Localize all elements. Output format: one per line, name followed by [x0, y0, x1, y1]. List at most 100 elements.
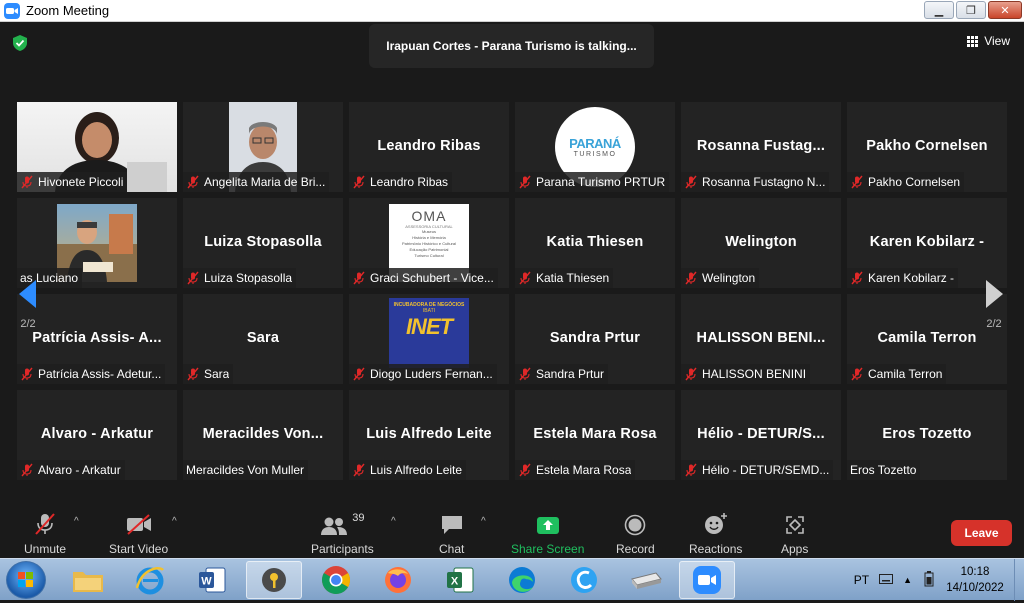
muted-mic-icon — [352, 463, 366, 477]
chat-icon — [440, 512, 464, 536]
muted-mic-icon — [684, 367, 698, 381]
participant-tile[interactable]: Pakho Cornelsen Pakho Cornelsen — [847, 102, 1007, 192]
scanner-icon[interactable] — [618, 561, 674, 599]
minimize-button[interactable]: ▁ — [924, 1, 954, 19]
participant-name: Sara — [204, 367, 230, 381]
security-shield-icon[interactable] — [11, 34, 29, 52]
participant-tile[interactable]: Eros Tozetto Eros Tozetto — [847, 390, 1007, 480]
participant-name-label: Alvaro - Arkatur — [17, 460, 125, 480]
participant-name: Katia Thiesen — [536, 271, 610, 285]
leave-button[interactable]: Leave — [951, 520, 1012, 546]
audio-options-caret[interactable]: ^ — [74, 516, 79, 527]
participant-tile[interactable]: Sandra Prtur Sandra Prtur — [515, 294, 675, 384]
record-label: Record — [616, 542, 655, 556]
participant-name-label: Sandra Prtur — [515, 364, 609, 384]
show-desktop-button[interactable] — [1014, 559, 1024, 601]
previous-page-button[interactable]: 2/2 — [8, 270, 48, 340]
apps-button[interactable]: Apps — [781, 512, 808, 556]
next-page-button[interactable]: 2/2 — [974, 270, 1014, 340]
participant-tile[interactable]: Rosanna Fustag... Rosanna Fustagno N... — [681, 102, 841, 192]
language-indicator[interactable]: PT — [854, 573, 869, 587]
participants-icon — [321, 517, 348, 535]
participant-tile[interactable]: Leandro Ribas Leandro Ribas — [349, 102, 509, 192]
arrow-right-icon — [986, 280, 1003, 308]
maximize-button[interactable]: ❐ — [956, 1, 986, 19]
muted-mic-icon — [186, 367, 200, 381]
arrow-left-icon — [19, 280, 36, 308]
unmute-button[interactable]: Unmute — [24, 512, 66, 556]
video-options-caret[interactable]: ^ — [172, 516, 177, 527]
grid-view-icon — [967, 35, 979, 47]
participant-tile[interactable]: Alvaro - Arkatur Alvaro - Arkatur — [17, 390, 177, 480]
participant-tile[interactable]: Luis Alfredo Leite Luis Alfredo Leite — [349, 390, 509, 480]
keyboard-icon[interactable] — [879, 573, 894, 587]
participant-name-label: Diogo Luders Fernan... — [349, 364, 497, 384]
close-button[interactable]: ✕ — [988, 1, 1022, 19]
participant-tile[interactable]: Hélio - DETUR/S... Hélio - DETUR/SEMD... — [681, 390, 841, 480]
participant-name-label: Eros Tozetto — [847, 460, 921, 480]
participant-tile[interactable]: Welington Welington — [681, 198, 841, 288]
firefox-icon[interactable] — [370, 561, 426, 599]
chat-button[interactable]: Chat — [439, 512, 464, 556]
participant-tile[interactable]: Luiza Stopasolla Luiza Stopasolla — [183, 198, 343, 288]
participant-name: Eros Tozetto — [850, 463, 917, 477]
participant-name-label: Leandro Ribas — [349, 172, 453, 192]
participant-name-label: Katia Thiesen — [515, 268, 614, 288]
page-indicator-right: 2/2 — [986, 318, 1002, 330]
share-screen-label: Share Screen — [511, 542, 585, 556]
internet-explorer-icon[interactable] — [122, 561, 178, 599]
participant-display-name: Estela Mara Rosa — [533, 426, 657, 442]
clock-date: 14/10/2022 — [946, 582, 1004, 594]
view-button[interactable]: View — [967, 34, 1010, 48]
participant-tile[interactable]: Sara Sara — [183, 294, 343, 384]
edge-icon[interactable] — [494, 561, 550, 599]
participant-tile[interactable]: Meracildes Von... Meracildes Von Muller — [183, 390, 343, 480]
participant-name: Hivonete Piccoli — [38, 175, 124, 189]
muted-mic-icon — [684, 175, 698, 189]
participant-name-label: Luis Alfredo Leite — [349, 460, 467, 480]
battery-icon[interactable] — [924, 570, 934, 590]
participant-tile[interactable]: Katia Thiesen Katia Thiesen — [515, 198, 675, 288]
participant-tile[interactable]: Hivonete Piccoli — [17, 102, 177, 192]
chat-label: Chat — [439, 542, 465, 556]
reactions-label: Reactions — [689, 542, 743, 556]
file-explorer-icon[interactable] — [60, 561, 116, 599]
start-button[interactable] — [6, 561, 46, 599]
participant-tile[interactable]: INCUBADORA DE NEGÓCIOS IBATI INET Diogo Lud… — [349, 294, 509, 384]
tray-expand-icon[interactable]: ▲ — [903, 575, 912, 585]
participants-options-caret[interactable]: ^ — [391, 516, 396, 527]
participant-display-name: Leandro Ribas — [377, 138, 481, 154]
participant-name-label: HALISSON BENINI — [681, 364, 811, 384]
participants-count: 39 — [352, 512, 365, 524]
participant-name-label: Meracildes Von Muller — [183, 460, 309, 480]
participant-name: Pakho Cornelsen — [868, 175, 961, 189]
zoom-taskbar-icon[interactable] — [679, 561, 735, 599]
chrome-icon[interactable] — [308, 561, 364, 599]
windows-logo-icon — [18, 572, 33, 587]
view-label: View — [984, 34, 1010, 48]
record-button[interactable]: Record — [616, 512, 655, 556]
muted-mic-icon — [518, 271, 532, 285]
participant-tile[interactable]: PARANÁ TURISMO Parana Turismo PRTUR — [515, 102, 675, 192]
clock[interactable]: 10:18 14/10/2022 — [940, 564, 1010, 596]
participants-button[interactable]: 39 Participants — [311, 512, 374, 556]
muted-mic-icon — [684, 271, 698, 285]
participant-tile[interactable]: Estela Mara Rosa Estela Mara Rosa — [515, 390, 675, 480]
video-off-icon — [125, 512, 153, 536]
start-video-button[interactable]: Start Video — [109, 512, 168, 556]
participant-name-label: Hivonete Piccoli — [17, 172, 128, 192]
participant-tile[interactable]: HALISSON BENI... HALISSON BENINI — [681, 294, 841, 384]
participant-name: Leandro Ribas — [370, 175, 449, 189]
chat-options-caret[interactable]: ^ — [481, 516, 486, 527]
cortana-icon[interactable] — [556, 561, 612, 599]
reactions-button[interactable]: Reactions — [689, 512, 742, 556]
keepass-icon[interactable] — [246, 561, 302, 599]
participant-tile[interactable]: OMA ASSESSORIA CULTURAL Museus História e M… — [349, 198, 509, 288]
share-screen-button[interactable]: Share Screen — [511, 512, 584, 556]
participant-tile[interactable]: Angelita Maria de Bri... — [183, 102, 343, 192]
participant-display-name: Welington — [725, 234, 797, 250]
participant-name-label: Welington — [681, 268, 760, 288]
word-icon[interactable]: W — [184, 561, 240, 599]
excel-icon[interactable]: X — [432, 561, 488, 599]
participant-display-name: Sandra Prtur — [549, 330, 641, 346]
